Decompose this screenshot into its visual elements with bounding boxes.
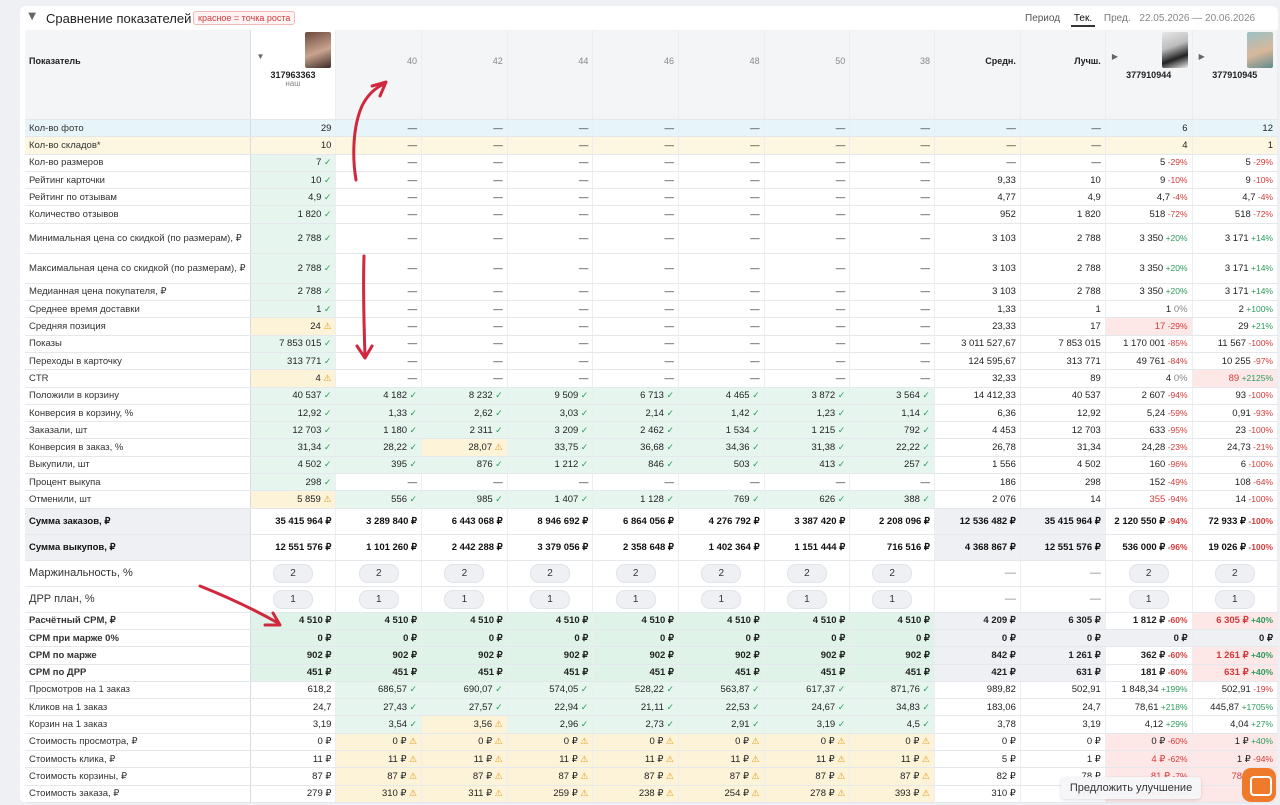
annotation-arrow-down	[362, 254, 367, 358]
annotation-arrow-up	[352, 83, 384, 182]
annotation-arrow-diagonal	[198, 584, 280, 625]
comparison-panel: ▶ Сравнение показателей красное = точка …	[20, 6, 1278, 803]
annotation-arrows	[198, 80, 388, 627]
